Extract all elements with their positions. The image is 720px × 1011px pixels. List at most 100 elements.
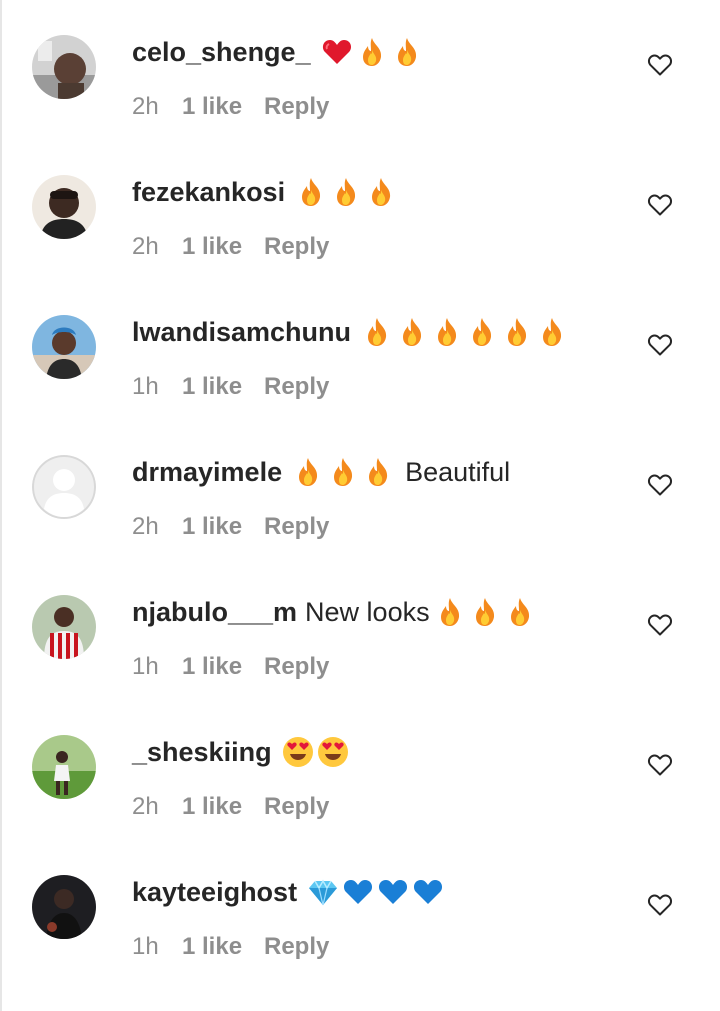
timestamp: 1h [132, 373, 159, 400]
like-count[interactable]: 1 like [182, 932, 264, 962]
comment-meta: 1h 1 like Reply [132, 932, 640, 962]
comment-line: drmayimele Beautiful [132, 452, 640, 492]
heart-outline-icon[interactable] [647, 332, 673, 358]
comment-body: njabulo___m New looks 1h 1 like Reply [132, 592, 640, 682]
username[interactable]: njabulo___m [132, 592, 297, 632]
username[interactable]: lwandisamchunu [132, 312, 351, 352]
comment-item: fezekankosi 2h 1 like Reply [0, 140, 720, 280]
fire-icon [466, 316, 498, 348]
reply-button[interactable]: Reply [264, 92, 329, 122]
username[interactable]: drmayimele [132, 452, 282, 492]
comment-body: fezekankosi 2h 1 like Reply [132, 172, 640, 262]
comment-text [307, 876, 447, 908]
heart-outline-icon[interactable] [647, 192, 673, 218]
comment-line: lwandisamchunu [132, 312, 640, 352]
like-count[interactable]: 1 like [182, 232, 264, 262]
fire-icon [362, 456, 394, 488]
fire-icon [365, 176, 397, 208]
avatar[interactable] [32, 875, 96, 939]
comment-item: lwandisamchunu 1h 1 like Reply [0, 280, 720, 420]
comment-meta: 2h 1 like Reply [132, 232, 640, 262]
timestamp: 2h [132, 793, 159, 820]
comment-list: celo_shenge_ 2h 1 like Reply fezekankosi… [0, 0, 720, 980]
comment-line: njabulo___m New looks [132, 592, 640, 632]
comment-meta: 1h 1 like Reply [132, 652, 640, 682]
heart-eyes-icon [282, 736, 314, 768]
comment-line: fezekankosi [132, 172, 640, 212]
avatar[interactable] [32, 455, 96, 519]
comment-body: kayteeighost 1h 1 like Reply [132, 872, 640, 962]
comment-meta: 2h 1 like Reply [132, 792, 640, 822]
reply-button[interactable]: Reply [264, 512, 329, 542]
blue-heart-icon [342, 876, 374, 908]
timestamp: 2h [132, 513, 159, 540]
heart-eyes-icon [317, 736, 349, 768]
timestamp: 2h [132, 93, 159, 120]
heart-outline-icon[interactable] [647, 892, 673, 918]
username[interactable]: _sheskiing [132, 732, 272, 772]
timestamp: 2h [132, 233, 159, 260]
gem-stone-icon [307, 876, 339, 908]
heart-outline-icon[interactable] [647, 52, 673, 78]
fire-icon [504, 596, 536, 628]
comment-text [361, 316, 571, 348]
comment-text [295, 176, 400, 208]
reply-button[interactable]: Reply [264, 232, 329, 262]
username[interactable]: fezekankosi [132, 172, 285, 212]
fire-icon [434, 596, 466, 628]
username[interactable]: celo_shenge_ [132, 32, 311, 72]
avatar[interactable] [32, 175, 96, 239]
comment-item: njabulo___m New looks 1h 1 like Reply [0, 560, 720, 700]
like-count[interactable]: 1 like [182, 652, 264, 682]
comment-body: drmayimele Beautiful 2h 1 like Reply [132, 452, 640, 542]
timestamp: 1h [132, 653, 159, 680]
like-count[interactable]: 1 like [182, 512, 264, 542]
heart-outline-icon[interactable] [647, 612, 673, 638]
comment-meta: 1h 1 like Reply [132, 372, 640, 402]
fire-icon [295, 176, 327, 208]
like-count[interactable]: 1 like [182, 92, 264, 122]
comment-body: _sheskiing 2h 1 like Reply [132, 732, 640, 822]
comment-line: _sheskiing [132, 732, 640, 772]
fire-icon [327, 456, 359, 488]
fire-icon [292, 456, 324, 488]
comment-item: kayteeighost 1h 1 like Reply [0, 840, 720, 980]
fire-icon [431, 316, 463, 348]
username[interactable]: kayteeighost [132, 872, 297, 912]
fire-icon [501, 316, 533, 348]
avatar[interactable] [32, 595, 96, 659]
avatar[interactable] [32, 735, 96, 799]
comment-body: lwandisamchunu 1h 1 like Reply [132, 312, 640, 402]
comment-text: Beautiful [292, 452, 510, 492]
reply-button[interactable]: Reply [264, 792, 329, 822]
comment-line: kayteeighost [132, 872, 640, 912]
comment-item: celo_shenge_ 2h 1 like Reply [0, 0, 720, 140]
blue-heart-icon [412, 876, 444, 908]
avatar[interactable] [32, 315, 96, 379]
reply-button[interactable]: Reply [264, 372, 329, 402]
reply-button[interactable]: Reply [264, 932, 329, 962]
comment-meta: 2h 1 like Reply [132, 512, 640, 542]
comment-message: New looks [305, 597, 430, 627]
comment-body: celo_shenge_ 2h 1 like Reply [132, 32, 640, 122]
fire-icon [536, 316, 568, 348]
comment-text [282, 736, 352, 768]
fire-icon [396, 316, 428, 348]
comment-text [321, 36, 426, 68]
like-count[interactable]: 1 like [182, 792, 264, 822]
comment-meta: 2h 1 like Reply [132, 92, 640, 122]
reply-button[interactable]: Reply [264, 652, 329, 682]
fire-icon [361, 316, 393, 348]
fire-icon [469, 596, 501, 628]
like-count[interactable]: 1 like [182, 372, 264, 402]
fire-icon [356, 36, 388, 68]
comment-message: Beautiful [405, 457, 511, 487]
comment-item: _sheskiing 2h 1 like Reply [0, 700, 720, 840]
comment-item: drmayimele Beautiful 2h 1 like Reply [0, 420, 720, 560]
fire-icon [330, 176, 362, 208]
heart-outline-icon[interactable] [647, 472, 673, 498]
blue-heart-icon [377, 876, 409, 908]
avatar[interactable] [32, 35, 96, 99]
comment-line: celo_shenge_ [132, 32, 640, 72]
heart-outline-icon[interactable] [647, 752, 673, 778]
